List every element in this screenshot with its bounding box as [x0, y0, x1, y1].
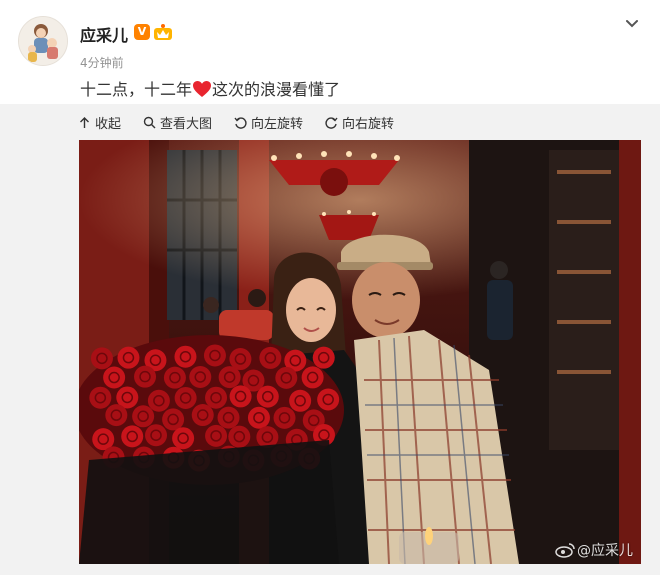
view-large-button[interactable]: 查看大图	[143, 113, 212, 132]
photo-watermark: @应采儿	[555, 540, 633, 560]
post-text: 十二点，十二年 这次的浪漫看懂了	[80, 76, 340, 100]
vip-crown-icon	[153, 23, 173, 41]
verified-badge: V	[134, 24, 150, 40]
rotate-right-label: 向右旋转	[342, 116, 395, 132]
red-heart-icon	[192, 80, 212, 98]
collapse-button[interactable]: 收起	[78, 113, 121, 132]
weibo-logo-icon	[555, 543, 575, 558]
collapse-label: 收起	[95, 116, 122, 132]
author-avatar[interactable]	[18, 16, 68, 66]
rotate-left-icon	[234, 116, 247, 129]
rotate-left-button[interactable]: 向左旋转	[234, 113, 303, 132]
post-photo[interactable]: @应采儿	[79, 140, 641, 564]
view-large-label: 查看大图	[160, 116, 213, 132]
arrow-up-icon	[80, 116, 89, 128]
post-header: 应采儿 V 4分钟前 十二点，十二年 这次的浪漫看懂了	[0, 0, 660, 104]
photo-illustration	[79, 140, 641, 564]
watermark-text: @应采儿	[577, 543, 633, 559]
rotate-right-button[interactable]: 向右旋转	[325, 113, 394, 132]
media-panel: 收起 查看大图 向左旋转 向右旋转 @应采儿	[0, 104, 660, 575]
chevron-down-icon[interactable]	[624, 16, 640, 32]
search-icon	[143, 116, 156, 128]
post-timestamp[interactable]: 4分钟前	[80, 54, 124, 71]
post-text-part-1: 十二点，十二年	[80, 80, 193, 99]
rotate-left-label: 向左旋转	[251, 116, 304, 132]
rotate-right-icon	[325, 116, 338, 129]
author-name[interactable]: 应采儿	[80, 22, 128, 46]
post-text-part-2: 这次的浪漫看懂了	[212, 80, 341, 99]
media-toolbar: 收起 查看大图 向左旋转 向右旋转	[78, 113, 416, 132]
